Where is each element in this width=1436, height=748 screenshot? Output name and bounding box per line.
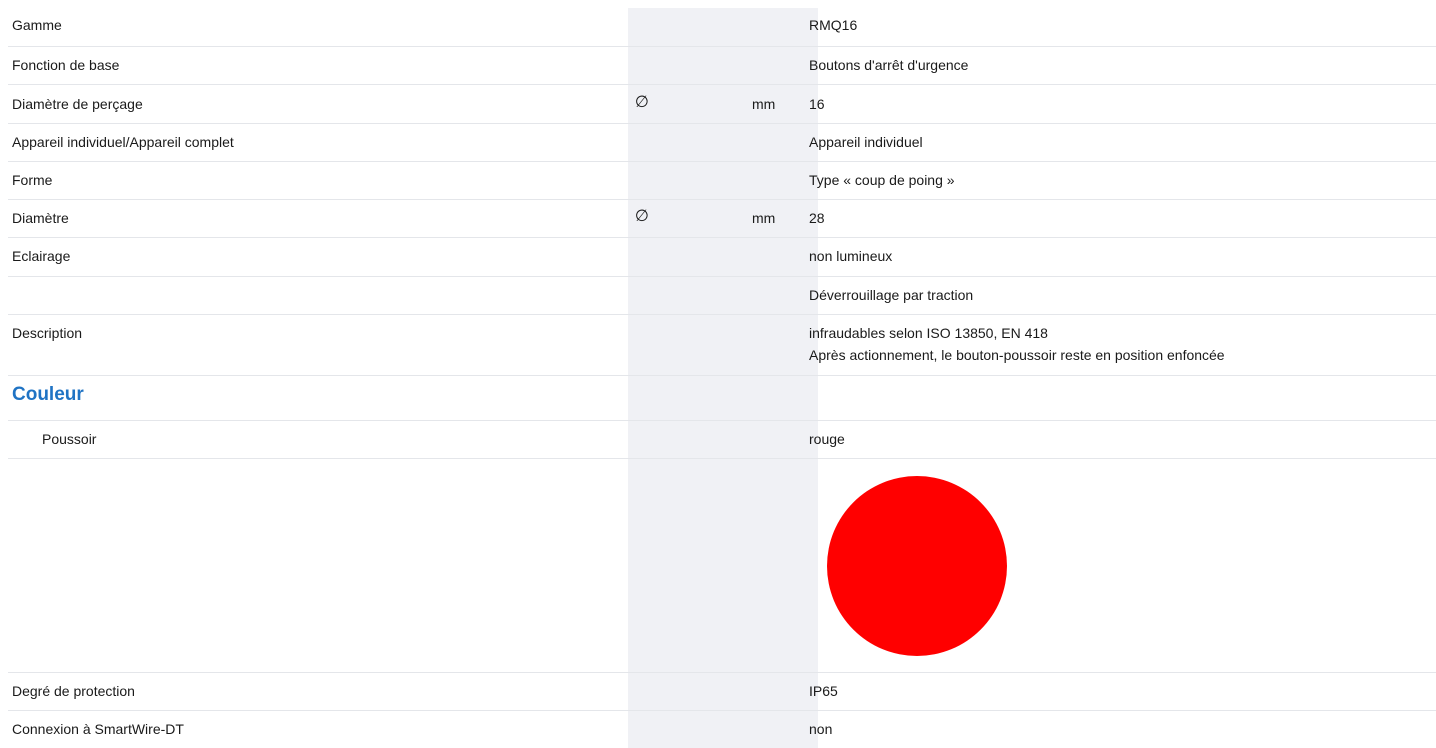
spec-label: Forme xyxy=(12,172,53,188)
color-swatch-row xyxy=(8,458,1436,672)
spec-value: 16 xyxy=(809,96,825,112)
spec-value: RMQ16 xyxy=(809,17,858,33)
spec-label: Poussoir xyxy=(42,431,97,447)
diameter-symbol: ∅ xyxy=(635,94,649,111)
spec-row-appareil: Appareil individuel/Appareil complet App… xyxy=(8,123,1436,161)
spec-row-eclairage: Eclairage non lumineux xyxy=(8,237,1436,276)
spec-row-protection: Degré de protection IP65 xyxy=(8,672,1436,710)
spec-label: Fonction de base xyxy=(12,57,120,73)
spec-value: IP65 xyxy=(809,683,838,699)
unit-label: mm xyxy=(752,96,776,112)
section-heading: Couleur xyxy=(12,384,84,405)
spec-value: non xyxy=(809,721,833,737)
spec-label: Degré de protection xyxy=(12,683,135,699)
red-color-swatch xyxy=(827,476,1007,656)
spec-row-gamme: Gamme RMQ16 xyxy=(8,8,1436,46)
spec-value-line-2: Après actionnement, le bouton-poussoir r… xyxy=(809,347,1225,363)
unit-label: mm xyxy=(752,210,776,226)
spec-row-smartwire: Connexion à SmartWire-DT non xyxy=(8,710,1436,748)
spec-value: rouge xyxy=(809,431,845,447)
spec-value: Type « coup de poing » xyxy=(809,172,955,188)
spec-value: Boutons d'arrêt d'urgence xyxy=(809,57,969,73)
spec-value: Déverrouillage par traction xyxy=(809,287,974,303)
spec-value: 28 xyxy=(809,210,825,226)
spec-value: non lumineux xyxy=(809,248,893,264)
spec-row-fonction: Fonction de base Boutons d'arrêt d'urgen… xyxy=(8,46,1436,84)
spec-value: Appareil individuel xyxy=(809,134,923,150)
spec-label: Connexion à SmartWire-DT xyxy=(12,721,184,737)
spec-label: Gamme xyxy=(12,17,62,33)
diameter-symbol: ∅ xyxy=(635,208,649,225)
spec-row-diametre: Diamètre ∅ mm 28 xyxy=(8,199,1436,237)
spec-value: infraudables selon ISO 13850, EN 418 xyxy=(809,325,1048,341)
spec-row-deverrouillage: Déverrouillage par traction xyxy=(8,276,1436,314)
product-specifications-table: Gamme RMQ16 Fonction de base Boutons d'a… xyxy=(0,0,1436,748)
spec-label: Appareil individuel/Appareil complet xyxy=(12,134,234,150)
spec-row-poussoir: Poussoir rouge xyxy=(8,420,1436,458)
spec-row-description: Description infraudables selon ISO 13850… xyxy=(8,314,1436,375)
section-row-couleur: Couleur xyxy=(8,375,1436,420)
spec-label: Description xyxy=(12,325,83,341)
spec-label: Eclairage xyxy=(12,248,71,264)
spec-label: Diamètre xyxy=(12,210,69,226)
spec-row-forme: Forme Type « coup de poing » xyxy=(8,161,1436,199)
spec-row-diametre-percage: Diamètre de perçage ∅ mm 16 xyxy=(8,84,1436,123)
spec-label: Diamètre de perçage xyxy=(12,96,143,112)
